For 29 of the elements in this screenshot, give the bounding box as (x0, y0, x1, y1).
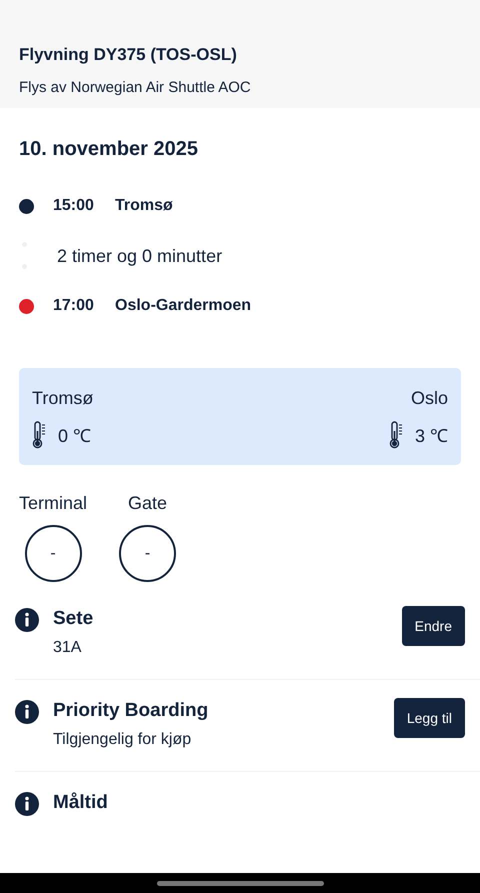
city-name: Oslo (410, 388, 448, 409)
thermometer-icon (388, 421, 403, 449)
operator-text: Flys av Norwegian Air Shuttle AOC (19, 79, 252, 96)
info-icon (15, 700, 39, 724)
service-title: Priority Boarding (53, 700, 210, 722)
info-icon (15, 608, 39, 632)
home-handle[interactable] (156, 880, 324, 886)
temperature-text: 0 ℃ (58, 425, 92, 447)
info-value: - (24, 525, 82, 582)
info-label: Gate (128, 493, 168, 514)
airport-name: Oslo-Gardermoen (115, 297, 252, 315)
action-button[interactable]: Legg til (394, 698, 465, 738)
airport-name: Tromsø (115, 197, 173, 215)
temperature-text: 3 ℃ (414, 425, 448, 447)
flight-title: Flyvning DY375 (TOS-OSL) (19, 45, 238, 65)
departure-time: 17:00 (53, 297, 95, 315)
departure-time: 15:00 (53, 197, 95, 215)
service-title: Måltid (53, 792, 109, 814)
service-title: Sete (53, 608, 94, 630)
service-detail: Tilgjengelig for kjøp (53, 731, 192, 749)
city-name: Tromsø (32, 388, 94, 409)
flight-date: 10. november 2025 (19, 138, 199, 161)
action-button[interactable]: Endre (402, 606, 465, 646)
info-icon (15, 792, 39, 816)
thermometer-icon (32, 421, 46, 449)
info-value: - (119, 525, 176, 582)
flight-duration: 2 timer og 0 minutter (57, 246, 222, 266)
info-label: Terminal (19, 493, 88, 514)
service-detail: 31A (53, 639, 82, 657)
